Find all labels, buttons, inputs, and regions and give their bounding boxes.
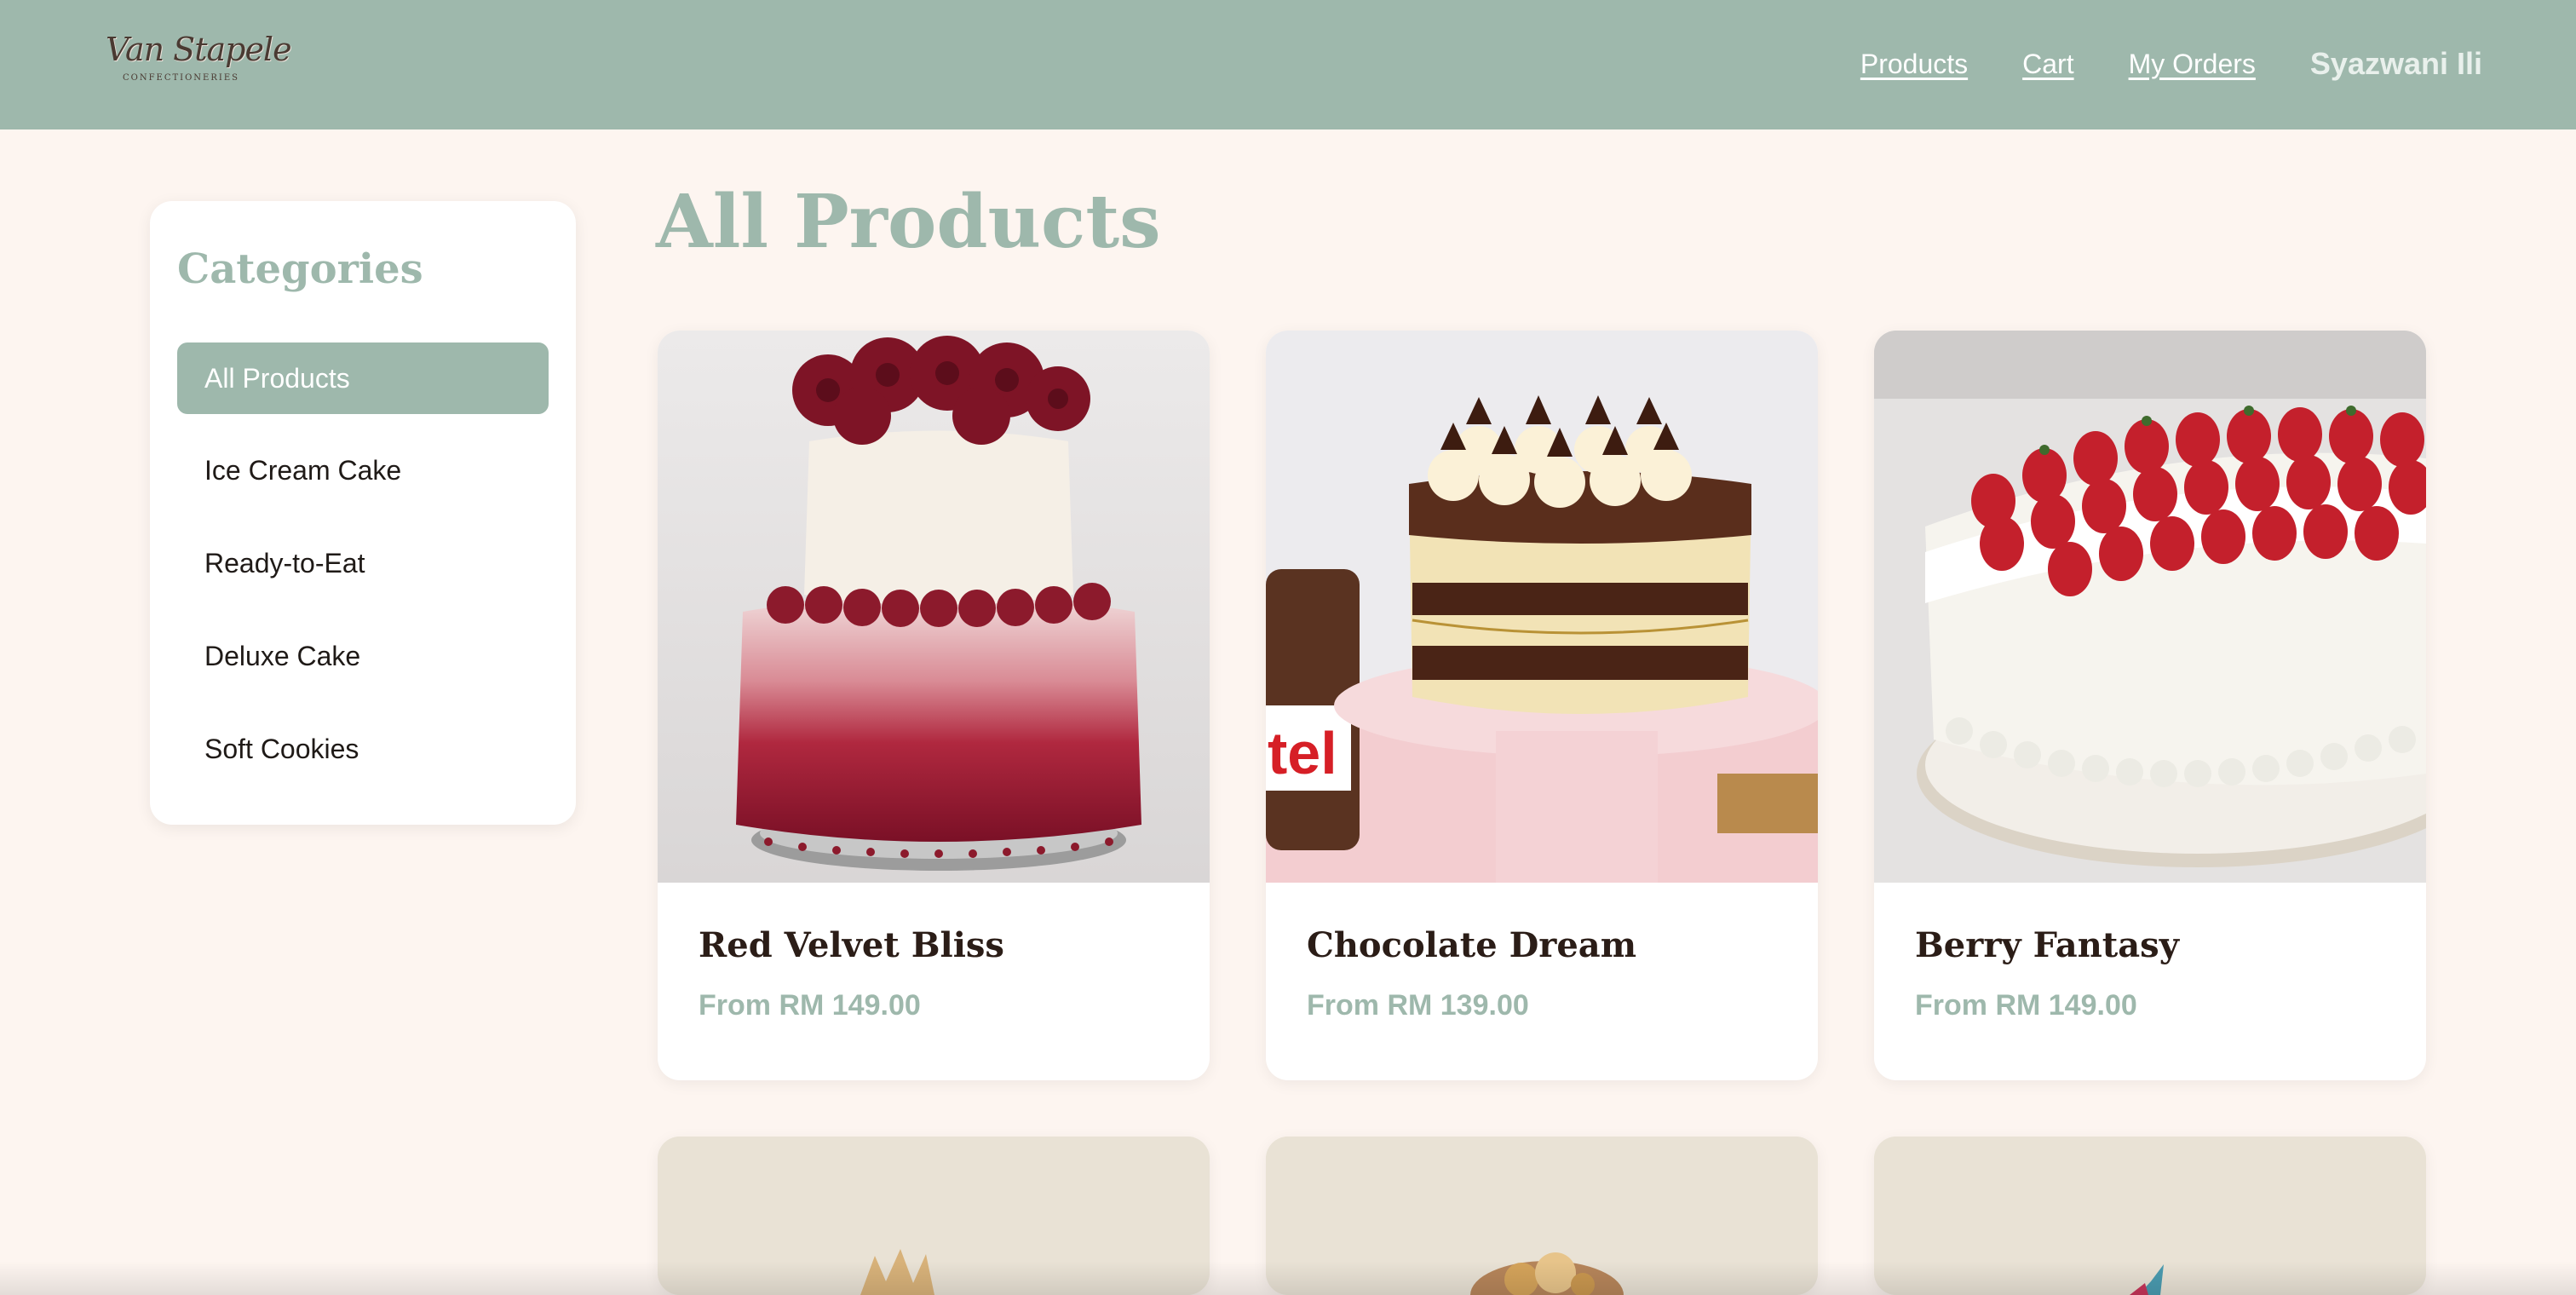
page-title: All Products (656, 179, 1161, 265)
product-image-chocolate-dream[interactable]: tel (1266, 331, 1818, 883)
product-name[interactable]: Berry Fantasy (1915, 925, 2385, 965)
product-name[interactable]: Chocolate Dream (1307, 925, 1777, 965)
product-price: From RM 149.00 (699, 989, 921, 1022)
product-name[interactable]: Red Velvet Bliss (699, 925, 1169, 965)
category-ice-cream-cake[interactable]: Ice Cream Cake (177, 435, 549, 506)
category-deluxe-cake[interactable]: Deluxe Cake (177, 620, 549, 692)
product-price: From RM 149.00 (1915, 989, 2137, 1022)
product-info: Red Velvet Bliss From RM 149.00 (658, 883, 1210, 1022)
top-navbar: Van Stapele CONFECTIONERIES Products Car… (0, 0, 2576, 130)
product-image-berry-fantasy[interactable] (1874, 331, 2426, 883)
main-nav: Products Cart My Orders Syazwani Ili (1860, 43, 2482, 85)
nav-link-cart[interactable]: Cart (2022, 49, 2073, 80)
category-list: All Products Ice Cream Cake Ready-to-Eat… (177, 342, 549, 785)
brand-logo-subtext: CONFECTIONERIES (123, 73, 239, 83)
nav-link-products[interactable]: Products (1860, 49, 1968, 80)
user-name[interactable]: Syazwani Ili (2310, 46, 2482, 82)
product-card[interactable]: Berry Fantasy From RM 149.00 (1874, 331, 2426, 1080)
categories-sidebar: Categories All Products Ice Cream Cake R… (150, 201, 576, 825)
product-info: Chocolate Dream From RM 139.00 (1266, 883, 1818, 1022)
product-card[interactable]: tel Chocolate Dream From RM 139.00 (1266, 331, 1818, 1080)
product-card[interactable]: Red Velvet Bliss From RM 149.00 (658, 331, 1210, 1080)
categories-title: Categories (177, 245, 423, 293)
brand-logo-text: Van Stapele (106, 31, 292, 68)
nav-link-my-orders[interactable]: My Orders (2129, 49, 2256, 80)
bottom-scroll-shadow (0, 1261, 2576, 1295)
product-price: From RM 139.00 (1307, 989, 1529, 1022)
svg-text:tel: tel (1268, 720, 1337, 786)
product-info: Berry Fantasy From RM 149.00 (1874, 883, 2426, 1022)
product-image-red-velvet[interactable] (658, 331, 1210, 883)
category-all-products[interactable]: All Products (177, 342, 549, 414)
category-ready-to-eat[interactable]: Ready-to-Eat (177, 527, 549, 599)
category-soft-cookies[interactable]: Soft Cookies (177, 713, 549, 785)
brand-logo[interactable]: Van Stapele CONFECTIONERIES (102, 29, 292, 92)
